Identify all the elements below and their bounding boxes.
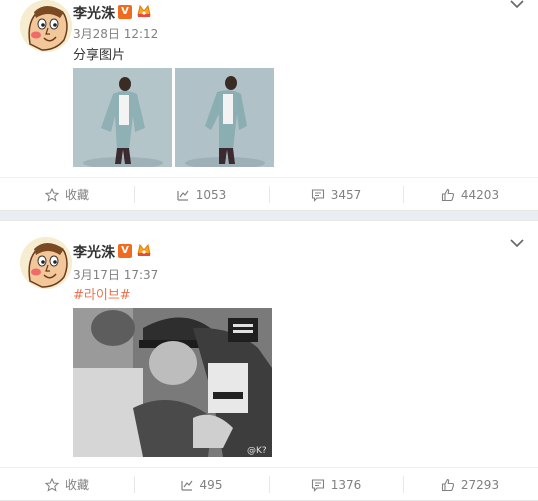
favorite-label: 收藏 (64, 188, 89, 202)
verified-v-icon: V (118, 5, 132, 19)
star-icon (44, 187, 59, 202)
favorite-button[interactable]: 收藏 (0, 178, 134, 211)
author-avatar[interactable] (20, 0, 72, 52)
avatar-cartoon-icon (20, 0, 72, 52)
repost-button[interactable]: 1053 (134, 178, 268, 211)
like-icon (441, 478, 454, 491)
post-hashtag[interactable]: #라이브# (73, 284, 131, 303)
favorite-button[interactable]: 收藏 (0, 468, 134, 501)
post-text: 分享图片 (73, 48, 126, 63)
post-time[interactable]: 3月28日 12:12 (73, 25, 158, 42)
post-time[interactable]: 3月17日 17:37 (73, 266, 158, 283)
post-actions: 收藏 1053 3457 44203 (0, 177, 538, 211)
chevron-down-icon[interactable] (510, 0, 524, 10)
post-photo[interactable] (175, 68, 274, 167)
verified-v-icon: V (118, 244, 132, 258)
avatar-cartoon-icon (20, 237, 72, 289)
like-count: 27293 (460, 477, 500, 492)
medal-icon (137, 4, 151, 17)
comment-icon (311, 188, 324, 202)
author-avatar[interactable] (20, 237, 72, 289)
like-count: 44203 (460, 187, 500, 202)
like-button[interactable]: 44203 (403, 178, 537, 211)
comment-count: 1376 (330, 477, 362, 492)
like-icon (441, 188, 454, 201)
post-card: 李光洙 V 3月17日 17:37 #라이브# @K? 收藏 495 1376 … (0, 220, 538, 501)
author-name[interactable]: 李光洙 (73, 242, 115, 262)
comment-button[interactable]: 1376 (269, 468, 403, 501)
repost-count: 495 (199, 477, 223, 492)
comment-icon (311, 478, 324, 492)
favorite-label: 收藏 (64, 478, 89, 492)
repost-icon (180, 480, 193, 491)
post-card: 李光洙 V 3月28日 12:12 分享图片 收藏 1053 3457 4420… (0, 0, 538, 211)
photo-watermark: @K? (247, 446, 267, 456)
star-icon (44, 477, 59, 492)
like-button[interactable]: 27293 (403, 468, 537, 501)
repost-button[interactable]: 495 (134, 468, 268, 501)
post-photo[interactable] (73, 68, 172, 167)
post-photo[interactable]: @K? (73, 308, 272, 457)
comment-button[interactable]: 3457 (269, 178, 403, 211)
repost-icon (177, 190, 189, 201)
post-actions: 收藏 495 1376 27293 (0, 467, 538, 501)
author-name[interactable]: 李光洙 (73, 3, 115, 23)
medal-icon (137, 243, 151, 256)
chevron-down-icon[interactable] (510, 239, 524, 249)
repost-count: 1053 (195, 187, 227, 202)
comment-count: 3457 (330, 187, 362, 202)
